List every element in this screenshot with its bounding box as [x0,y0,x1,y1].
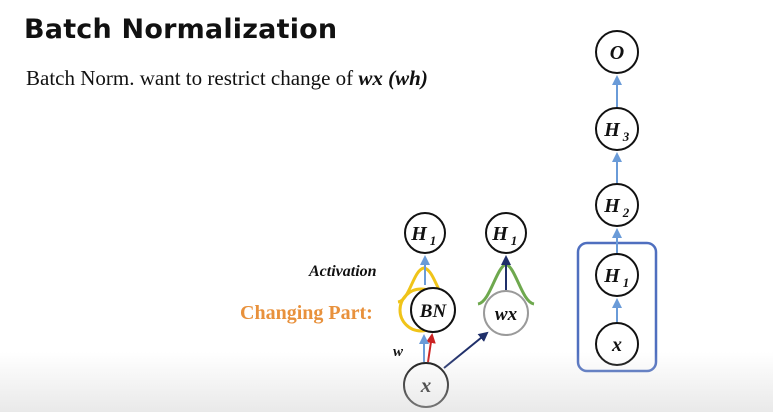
stack-node-subscript-1: 3 [622,129,630,144]
left-h1-label: H [410,223,428,245]
stack-node-subscript-2: 2 [622,205,630,220]
slide: Batch Normalization Batch Norm. want to … [0,0,773,412]
changing-part-label: Changing Part: [240,302,373,324]
stack-node-subscript-3: 1 [623,275,630,290]
weight-label: w [393,344,404,360]
stack-node-label-0: O [610,42,624,64]
stack-node-label-4: x [611,334,622,356]
left-x-label: x [420,373,432,397]
right-stack: OH 3H 2H 1x [576,30,658,373]
mid-h1-subscript: 1 [511,233,518,248]
mid-h1-label: H [491,223,509,245]
stack-nodes: OH 3H 2H 1x [595,30,639,366]
left-h1-subscript: 1 [430,233,437,248]
wx-label: wx [495,304,518,325]
x-to-bn-red-arrow [425,333,436,363]
bn-label: BN [419,301,448,322]
network-diagram: H 1 BN Activation Changing Part: w x H 1 [240,30,658,408]
stack-node-label-3: H [603,265,621,287]
middle-diagram: H 1 wx [477,212,535,336]
stack-node-label-2: H [603,195,621,217]
left-diagram: H 1 BN Activation Changing Part: w x [240,212,489,408]
stack-node-label-1: H [603,119,621,141]
activation-label: Activation [308,263,377,280]
x-to-wx-navy-arrow [443,331,489,369]
